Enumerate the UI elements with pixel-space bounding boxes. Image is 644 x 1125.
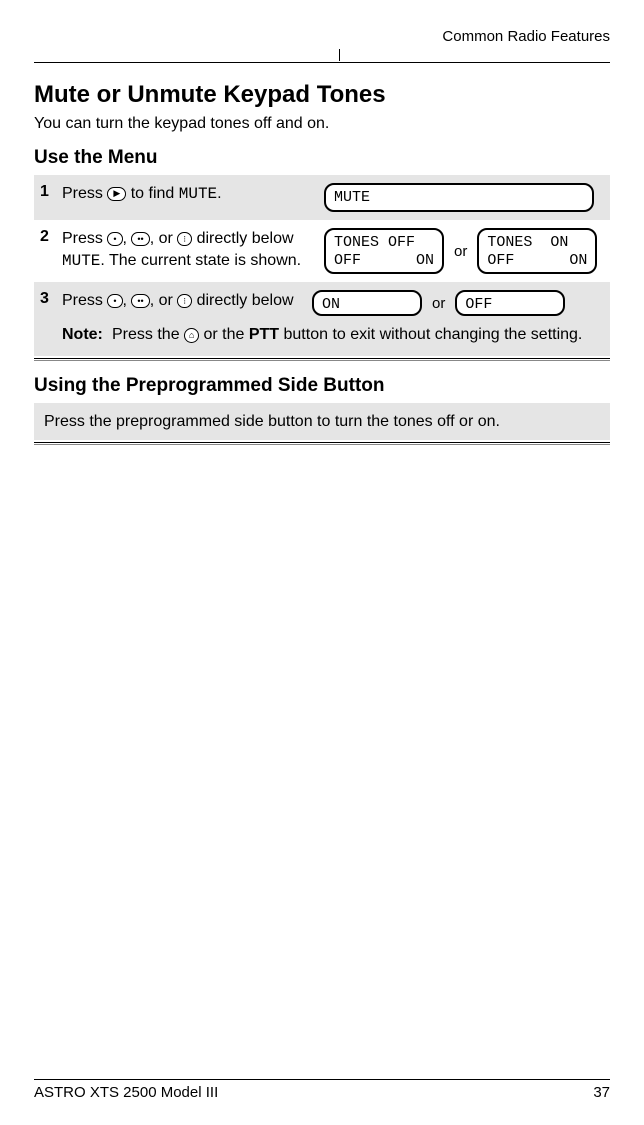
t: directly below bbox=[192, 292, 293, 309]
t: , or bbox=[150, 230, 178, 247]
code: MUTE bbox=[179, 185, 217, 203]
nav-right-icon: ▶ bbox=[107, 187, 126, 201]
section-end-rule bbox=[34, 358, 610, 361]
section-side-button: Using the Preprogrammed Side Button bbox=[34, 375, 610, 397]
softkey-1-icon: • bbox=[107, 294, 122, 308]
section-use-menu: Use the Menu bbox=[34, 147, 610, 169]
t: . The current state is shown. bbox=[100, 252, 301, 269]
softkey-3-icon: ⁝ bbox=[177, 294, 192, 308]
footer-model: ASTRO XTS 2500 Model III bbox=[34, 1084, 218, 1101]
or-label: or bbox=[432, 295, 445, 312]
intro-text: You can turn the keypad tones off and on… bbox=[34, 115, 610, 133]
page-footer: ASTRO XTS 2500 Model III 37 bbox=[34, 1079, 610, 1101]
section-end-rule bbox=[34, 442, 610, 445]
step-text: Press ▶ to find MUTE. bbox=[62, 183, 324, 206]
t: Press bbox=[62, 185, 107, 202]
lcd-on: ON bbox=[416, 252, 434, 269]
step-text: Press •, ••, or ⁝ directly below MUTE. T… bbox=[62, 228, 324, 272]
page-body: Common Radio Features Mute or Unmute Key… bbox=[0, 0, 644, 445]
note-label: Note: bbox=[62, 324, 112, 346]
t: , bbox=[123, 230, 132, 247]
step-number: 3 bbox=[40, 290, 62, 308]
t: Press bbox=[62, 230, 107, 247]
code: MUTE bbox=[62, 252, 100, 270]
home-icon: ⌂ bbox=[184, 328, 199, 343]
footer-page: 37 bbox=[593, 1084, 610, 1101]
step-display: MUTE bbox=[324, 183, 604, 212]
lcd-off: OFF bbox=[487, 252, 514, 269]
page-title: Mute or Unmute Keypad Tones bbox=[34, 81, 610, 109]
lcd-on: ON bbox=[569, 252, 587, 269]
header-rule bbox=[34, 49, 610, 63]
step-display: TONES OFF OFF ON or TONES ON OFF ON bbox=[324, 228, 604, 274]
step-2: 2 Press •, ••, or ⁝ directly below MUTE.… bbox=[34, 220, 610, 282]
lcd-line1: TONES ON bbox=[487, 234, 587, 251]
lcd-tones-off: TONES OFF OFF ON bbox=[324, 228, 444, 274]
step-text: Press •, ••, or ⁝ directly below bbox=[62, 290, 312, 312]
softkey-2-icon: •• bbox=[131, 232, 149, 246]
lcd-tones-on: TONES ON OFF ON bbox=[477, 228, 597, 274]
lcd-off: OFF bbox=[334, 252, 361, 269]
step-number: 1 bbox=[40, 183, 62, 201]
t: or the bbox=[199, 326, 249, 343]
t: Press bbox=[62, 292, 107, 309]
t: , or bbox=[150, 292, 178, 309]
steps-table: 1 Press ▶ to find MUTE. MUTE 2 Press •, … bbox=[34, 175, 610, 361]
running-header: Common Radio Features bbox=[34, 28, 610, 45]
step-1: 1 Press ▶ to find MUTE. MUTE bbox=[34, 175, 610, 220]
note-row: Note: Press the ⌂ or the PTT button to e… bbox=[62, 324, 604, 346]
t: . bbox=[217, 185, 221, 202]
ptt-label: PTT bbox=[249, 326, 279, 343]
lcd-mute: MUTE bbox=[324, 183, 594, 212]
step-display: ON or OFF bbox=[312, 290, 592, 316]
t: button to exit without changing the sett… bbox=[279, 326, 582, 343]
t: Press the bbox=[112, 326, 184, 343]
softkey-2-icon: •• bbox=[131, 294, 149, 308]
t: , bbox=[123, 292, 132, 309]
t: to find bbox=[126, 185, 178, 202]
step-3: 3 Press •, ••, or ⁝ directly below ON or… bbox=[34, 282, 610, 356]
lcd-line1: TONES OFF bbox=[334, 234, 434, 251]
t: directly below bbox=[192, 230, 293, 247]
step-number: 2 bbox=[40, 228, 62, 246]
softkey-3-icon: ⁝ bbox=[177, 232, 192, 246]
lcd-on: ON bbox=[312, 290, 422, 316]
lcd-off: OFF bbox=[455, 290, 565, 316]
or-label: or bbox=[454, 243, 467, 260]
note-text: Press the ⌂ or the PTT button to exit wi… bbox=[112, 324, 582, 346]
side-button-text: Press the preprogrammed side button to t… bbox=[34, 403, 610, 441]
softkey-1-icon: • bbox=[107, 232, 122, 246]
